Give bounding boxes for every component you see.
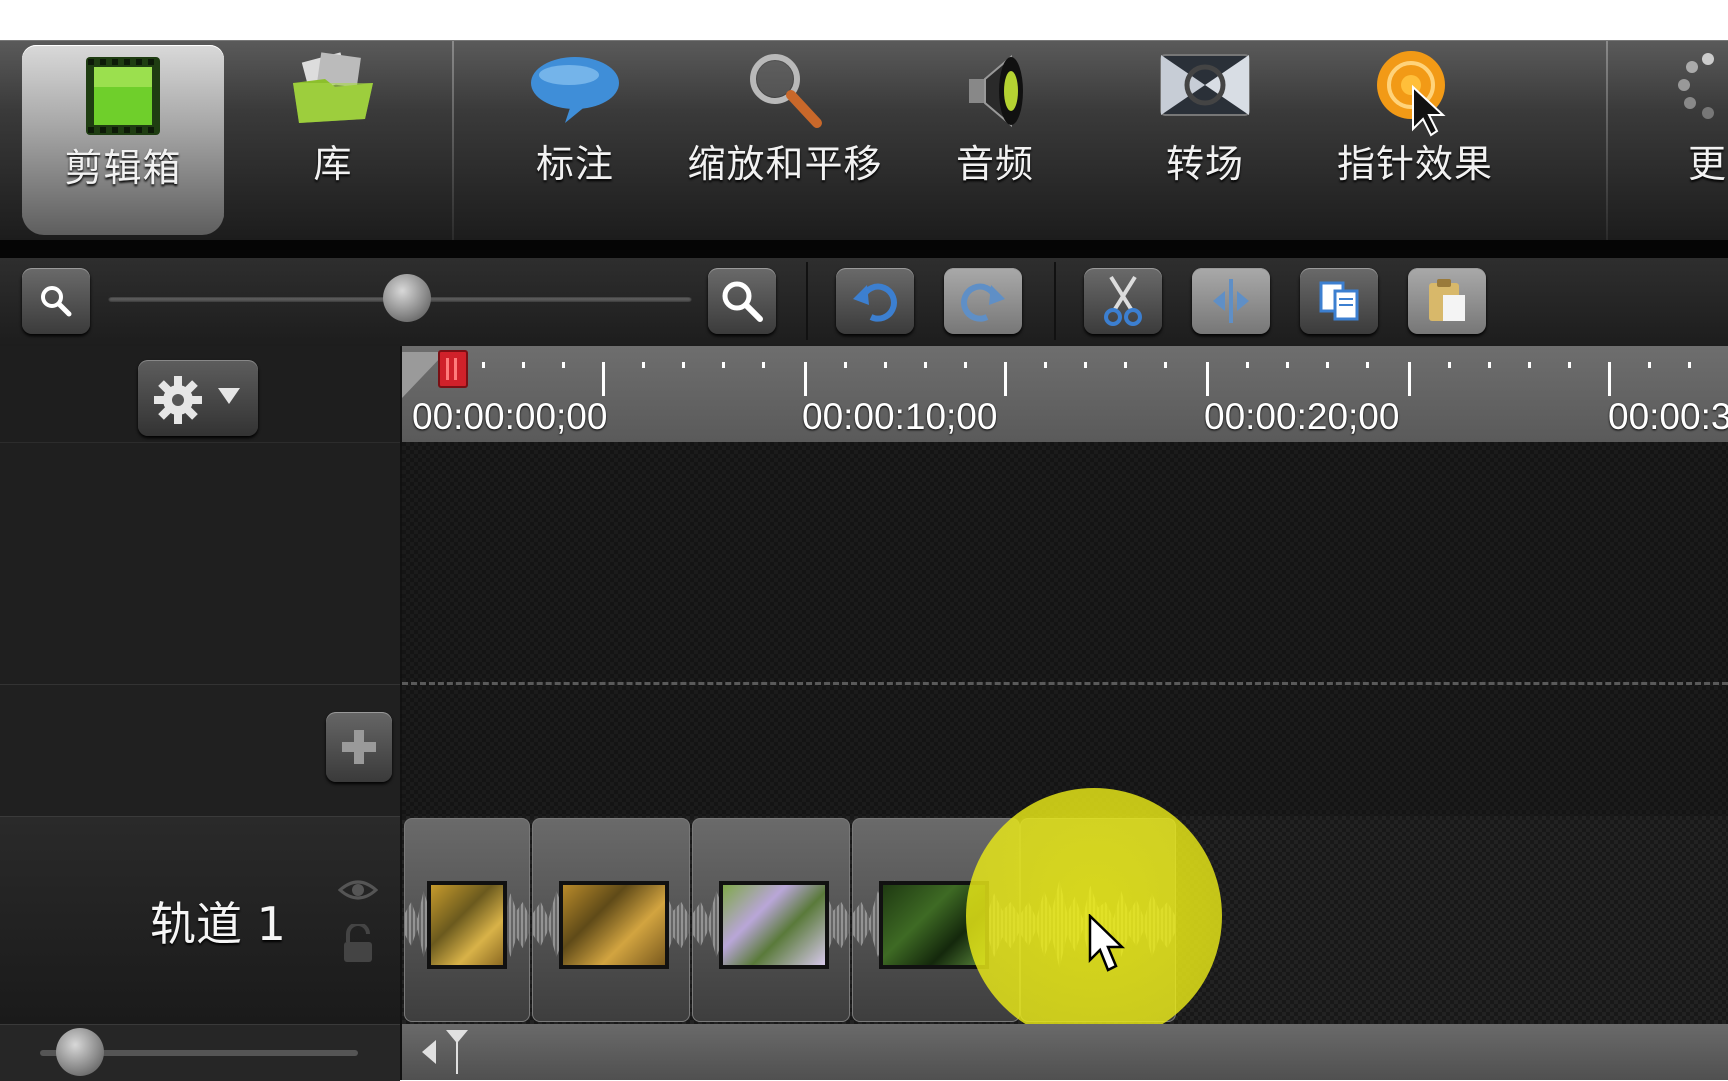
timeline-toolbar	[0, 258, 1728, 346]
tab-more[interactable]: 更	[1618, 41, 1728, 241]
plus-icon	[342, 730, 376, 764]
magnifier-icon	[743, 49, 827, 137]
track-height-handle[interactable]	[56, 1028, 104, 1076]
timeline-horizontal-scrollbar[interactable]	[402, 1024, 1728, 1080]
redo-icon	[961, 283, 1005, 322]
tab-label: 指针效果	[1336, 142, 1493, 186]
zoom-out-icon	[41, 286, 72, 317]
track-lock-icon[interactable]	[340, 924, 376, 964]
tab-transitions[interactable]: 转场	[1100, 41, 1310, 241]
callout-bubble-icon	[527, 49, 623, 133]
zoom-out-button[interactable]	[22, 268, 90, 334]
gear-icon	[154, 376, 202, 424]
zoom-slider-handle[interactable]	[383, 274, 431, 322]
track-drop-guide	[402, 682, 1728, 685]
cut-button[interactable]	[1084, 268, 1162, 334]
media-clip[interactable]	[532, 818, 690, 1022]
tab-audio[interactable]: 音频	[890, 41, 1100, 241]
ruler-ticks	[402, 352, 1691, 398]
film-strip-icon	[82, 53, 164, 143]
timecode-label: 00:00:10;00	[802, 396, 998, 437]
ribbon: 剪辑箱 库 标注 缩放和平移 音频 转场 指针效果 更	[0, 40, 1728, 241]
transition-icon	[1159, 49, 1251, 123]
undo-icon	[853, 283, 897, 322]
scroll-left-icon[interactable]	[418, 1038, 438, 1066]
media-clip[interactable]	[404, 818, 530, 1022]
zoom-in-icon	[722, 281, 763, 322]
mouse-cursor-icon	[1088, 914, 1126, 972]
paste-button[interactable]	[1408, 268, 1486, 334]
tab-zoom-pan[interactable]: 缩放和平移	[680, 41, 890, 241]
tab-label: 标注	[535, 142, 614, 186]
copy-icon	[1319, 281, 1359, 321]
tab-callouts[interactable]: 标注	[470, 41, 680, 241]
media-clip[interactable]	[692, 818, 850, 1022]
clip-thumbnail	[719, 881, 829, 969]
track-name-label: 轨道 1	[150, 897, 286, 951]
timecode-label: 00:00:00;00	[412, 396, 608, 437]
tab-label: 转场	[1165, 142, 1244, 186]
tab-cursor-effects[interactable]: 指针效果	[1310, 41, 1520, 241]
paste-icon	[1429, 279, 1465, 321]
chevron-down-icon	[218, 388, 240, 404]
tab-label: 库	[313, 142, 353, 186]
undo-button[interactable]	[836, 268, 914, 334]
add-track-button[interactable]	[326, 712, 392, 782]
clip-thumbnail	[559, 881, 669, 969]
tab-label: 剪辑箱	[64, 146, 182, 190]
timecode-label: 00:00:3	[1608, 396, 1728, 437]
cursor-effect-icon	[1373, 49, 1457, 141]
ribbon-divider	[452, 41, 454, 241]
timecode-label: 00:00:20;00	[1204, 396, 1400, 437]
tab-label: 缩放和平移	[687, 142, 883, 186]
more-dots-icon	[1678, 49, 1728, 133]
toolbar-divider	[1054, 262, 1056, 340]
tab-clip-bin[interactable]: 剪辑箱	[22, 45, 224, 235]
redo-button[interactable]	[944, 268, 1022, 334]
split-button[interactable]	[1192, 268, 1270, 334]
playhead-handle[interactable]	[438, 350, 468, 388]
toolbar-separator	[0, 240, 1728, 258]
tab-label: 更	[1688, 142, 1728, 186]
tab-label: 音频	[955, 142, 1034, 186]
zoom-in-button[interactable]	[708, 268, 776, 334]
track-visibility-eye-icon[interactable]	[338, 876, 378, 904]
tab-library[interactable]: 库	[228, 41, 438, 241]
timeline-settings-button[interactable]	[138, 360, 258, 436]
playhead-marker-icon	[446, 1030, 468, 1074]
track-header-empty	[0, 442, 400, 685]
timeline-empty-track-area[interactable]	[402, 442, 1728, 816]
split-icon	[1213, 279, 1249, 323]
cut-icon	[1104, 275, 1142, 326]
copy-button[interactable]	[1300, 268, 1378, 334]
clip-thumbnail	[427, 881, 507, 969]
toolbar-divider	[806, 262, 808, 340]
library-folder-icon	[285, 49, 381, 133]
ribbon-divider	[1606, 41, 1608, 241]
speaker-icon	[955, 49, 1035, 137]
